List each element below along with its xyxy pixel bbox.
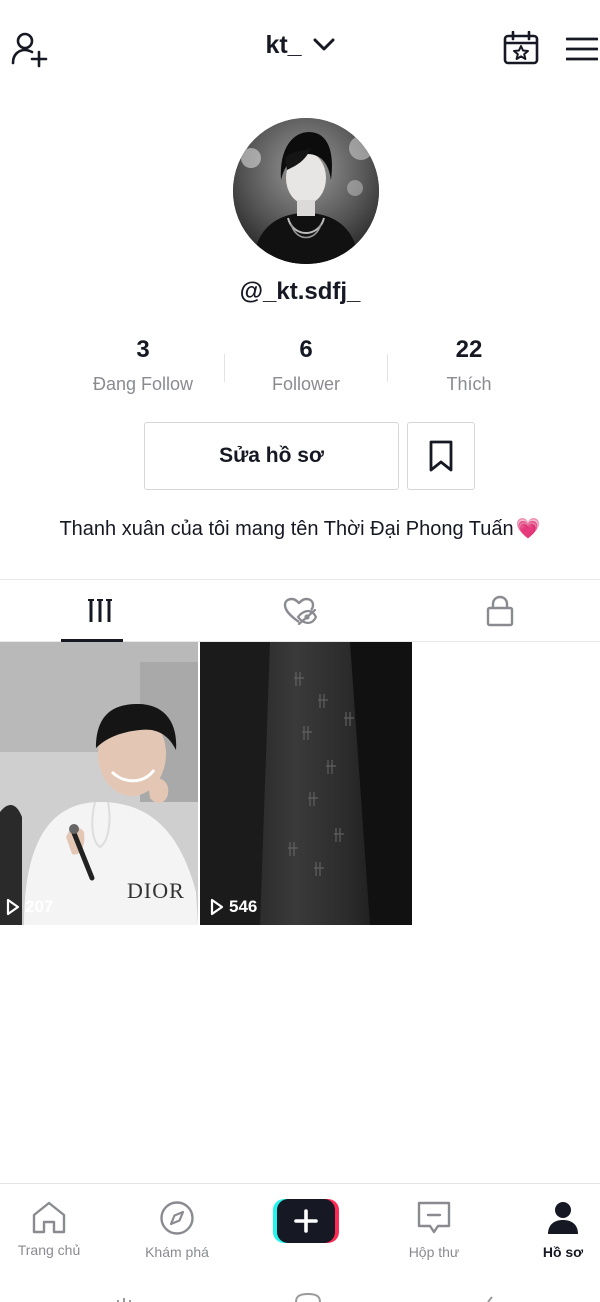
calendar-star-icon[interactable]	[503, 31, 539, 65]
chevron-down-icon	[313, 38, 335, 51]
stat-followers[interactable]: 6 Follower	[225, 336, 387, 395]
system-nav-hint	[117, 1292, 493, 1302]
profile-bio: Thanh xuân của tôi mang tên Thời Đại Pho…	[0, 516, 600, 541]
username-title: kt_	[265, 30, 302, 59]
nav-inbox[interactable]: Hộp thư	[374, 1200, 494, 1260]
bookmarks-button[interactable]	[407, 422, 475, 490]
bookmark-icon	[429, 440, 453, 472]
tab-private[interactable]	[400, 580, 600, 642]
profile-icon	[548, 1202, 578, 1234]
heart-emoji: 💗	[515, 518, 541, 540]
profile-screen: kt_ @_kt.sdfj_ 3 Đang Follow 6 Follower …	[0, 0, 600, 1302]
content-tabs	[0, 579, 600, 642]
stat-value: 6	[299, 336, 313, 363]
stat-label: Thích	[446, 374, 492, 394]
inbox-icon	[417, 1201, 451, 1234]
avatar[interactable]	[233, 118, 379, 264]
stat-label: Follower	[271, 374, 341, 394]
nav-label: Trang chủ	[17, 1242, 81, 1258]
nav-discover[interactable]: Khám phá	[117, 1200, 237, 1260]
menu-icon[interactable]	[566, 36, 598, 62]
view-count-value: 207	[25, 897, 54, 916]
videos-grid-icon	[88, 599, 112, 622]
view-count: 207	[6, 897, 53, 917]
edit-profile-button[interactable]: Sửa hồ sơ	[144, 422, 399, 490]
video-thumbnail[interactable]: 546	[200, 642, 412, 925]
play-icon	[210, 898, 224, 916]
shirt-print-text: DIOR	[127, 878, 185, 903]
tab-liked[interactable]	[200, 580, 400, 642]
bio-text: Thanh xuân của tôi mang tên Thời Đại Pho…	[59, 518, 514, 540]
stat-value: 3	[136, 336, 150, 363]
nav-label: Hồ sơ	[542, 1244, 584, 1260]
home-icon	[32, 1201, 66, 1234]
stat-following[interactable]: 3 Đang Follow	[62, 336, 224, 395]
nav-label: Hộp thư	[408, 1244, 460, 1260]
stat-value: 22	[455, 336, 483, 363]
compass-icon	[160, 1201, 194, 1235]
nav-home[interactable]: Trang chủ	[0, 1200, 109, 1258]
nav-label: Khám phá	[145, 1244, 209, 1260]
view-count-value: 546	[229, 897, 258, 916]
liked-hidden-icon	[283, 597, 317, 625]
nav-profile[interactable]: Hồ sơ	[503, 1200, 600, 1260]
stat-likes[interactable]: 22 Thích	[388, 336, 550, 395]
top-bar: kt_	[0, 0, 600, 96]
tab-videos[interactable]	[0, 580, 200, 642]
create-plus-button[interactable]	[273, 1199, 339, 1243]
view-count: 546	[210, 897, 257, 917]
stat-label: Đang Follow	[92, 374, 194, 394]
video-thumbnail[interactable]: DIOR 207	[0, 642, 198, 925]
bottom-nav: Trang chủ Khám phá Hộp thư Hồ sơ	[0, 1183, 600, 1302]
play-icon	[6, 898, 20, 916]
profile-handle: @_kt.sdfj_	[239, 278, 361, 305]
lock-icon	[486, 595, 514, 627]
profile-stats: 3 Đang Follow 6 Follower 22 Thích	[62, 336, 550, 396]
